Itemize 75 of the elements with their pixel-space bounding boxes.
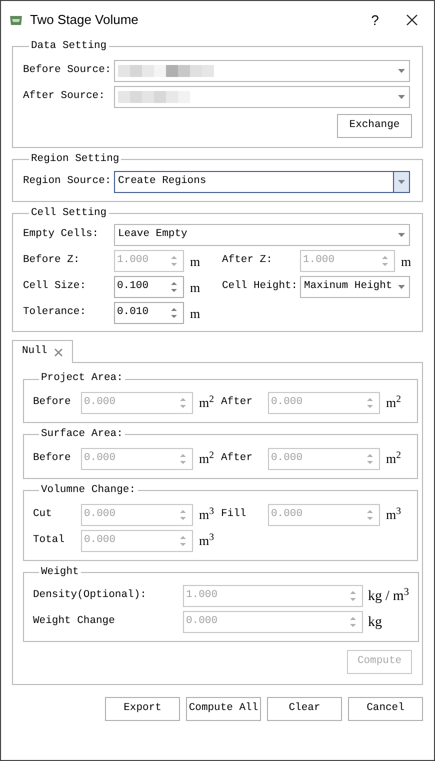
spinner-icon [350,590,356,602]
field-label: After Source: [23,88,106,104]
field-label: After Z: [222,253,274,268]
caret-icon [398,68,404,73]
field-label: Tolerance: [23,305,88,320]
group-title: Data Setting [30,39,108,54]
close-icon[interactable] [54,348,64,357]
tab[interactable]: Null [12,340,74,364]
field-label: Total [33,532,66,548]
field-label: Before [33,395,72,410]
field-label: Density(Optional): [33,588,148,604]
spinner-icon [180,452,186,465]
dropdown-field[interactable] [114,60,410,82]
unit-label: m$^{3}$ [386,504,402,524]
field-label: Region Source: [23,174,112,189]
spinner-icon [171,281,177,294]
push-button[interactable]: Exchange [337,114,412,138]
caret-icon [398,180,405,184]
spinner-icon [367,397,373,409]
group-title: Cell Setting [30,206,108,220]
field-label: After [221,395,254,410]
spinner-icon [367,452,373,465]
unit-label: m [401,252,412,270]
group-title: Project Area: [40,371,124,386]
unit-label: m$^{3}$ [199,504,215,524]
app-icon [9,13,23,27]
push-button[interactable]: Clear [267,697,342,722]
dropdown-field[interactable] [114,86,410,108]
field-label: Weight Change [33,614,116,630]
field-label: Before Z: [23,253,81,268]
unit-label: m [190,278,202,296]
spinner-icon [180,534,186,546]
field-label: Cell Height: [222,279,299,294]
spin-field[interactable]: 0.010 [114,302,184,324]
unit-label: m [190,304,202,322]
field-label: Cell Size: [23,279,88,294]
group-title: Weight [40,564,80,580]
unit-label: kg / m$^{3}$ [368,586,410,606]
spin-field[interactable]: 0.100 [114,276,184,298]
window-title: Two Stage Volume [30,11,140,30]
dropdown-field[interactable]: Maxinum Height [300,276,410,298]
unit-label: m$^{2}$ [386,449,402,468]
field-label: Cut [33,506,53,522]
unit-label: m$^{3}$ [199,530,215,550]
field-label: After [221,450,254,466]
close-icon [406,14,418,26]
push-button[interactable]: Cancel [348,697,423,722]
unit-label: kg [368,614,382,632]
dropdown-field[interactable]: Create Regions [114,170,410,192]
spinner-icon [171,255,177,268]
field-label: Fill [221,506,248,522]
caret-icon [398,233,404,238]
dropdown-field[interactable]: Leave Empty [114,224,410,246]
group-title: Region Setting [30,152,120,167]
spinner-icon [382,255,388,268]
help-button[interactable]: ? [360,10,390,30]
unit-label: m$^{2}$ [199,393,215,412]
spinner-icon [180,397,186,409]
field-label: Before [33,450,72,466]
unit-label: m$^{2}$ [199,449,215,468]
push-button[interactable]: Compute All [186,697,261,722]
group-title: Volumne Change: [40,482,137,498]
spinner-icon [350,616,356,628]
group-title: Surface Area: [40,427,124,442]
blurred-text-drawing [118,90,190,103]
unit-label: m$^{2}$ [386,393,402,412]
spinner-icon [367,508,373,520]
field-label: Before Source: [23,62,112,78]
spinner-icon [180,508,186,520]
spinner-icon [171,307,177,320]
caret-icon [398,285,404,290]
caret-icon [398,94,404,99]
push-button[interactable]: Export [105,697,180,722]
field-label: Empty Cells: [23,227,100,242]
unit-label: m [190,252,202,270]
